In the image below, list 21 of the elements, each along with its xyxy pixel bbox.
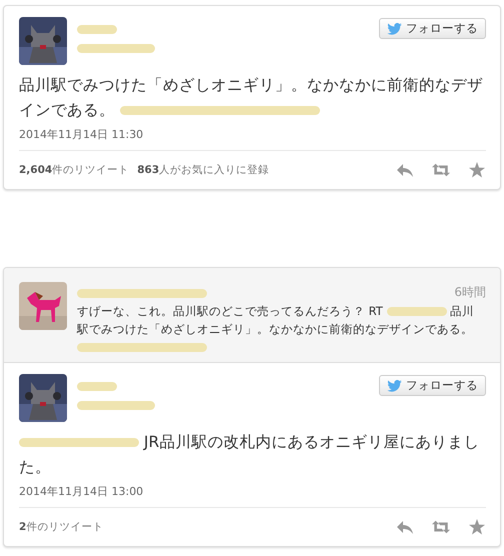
tweet-text: 品川駅でみつけた「めざしオニギリ」。なかなかに前衛的なデザインである。 xyxy=(19,75,484,121)
tweet-text: すげーな、これ。品川駅のどこで売ってるんだろう？ RT 品川駅でみつけた「めざしオニギリ」。なかなかに前衛的なデザインである。 xyxy=(77,302,486,356)
follow-button[interactable]: フォローする xyxy=(379,18,486,39)
tweet-stat: 2,604件のリツイート xyxy=(19,163,130,177)
bird-icon xyxy=(387,380,402,392)
reply-icon[interactable] xyxy=(396,519,414,535)
bird-icon xyxy=(387,22,402,34)
retweet-icon[interactable] xyxy=(432,519,450,535)
tweet-stat: 2件のリツイート xyxy=(19,520,104,534)
follow-button[interactable]: フォローする xyxy=(379,375,486,396)
tweet-text: JR品川駅の改札内にあるオニギリ屋にありました。 xyxy=(19,432,480,478)
tweet-date: 2014年11月14日 11:30 xyxy=(19,128,144,141)
star-icon[interactable] xyxy=(468,519,486,535)
tweet-date: 2014年11月14日 13:00 xyxy=(19,485,144,498)
star-icon[interactable] xyxy=(468,162,486,178)
tweet-stat: 863人がお気に入りに登録 xyxy=(137,163,270,177)
timestamp: 6時間 xyxy=(454,284,486,300)
reply-icon[interactable] xyxy=(396,162,414,178)
retweet-icon[interactable] xyxy=(432,162,450,178)
redaction-mark xyxy=(77,382,117,391)
redaction-mark xyxy=(77,25,117,34)
